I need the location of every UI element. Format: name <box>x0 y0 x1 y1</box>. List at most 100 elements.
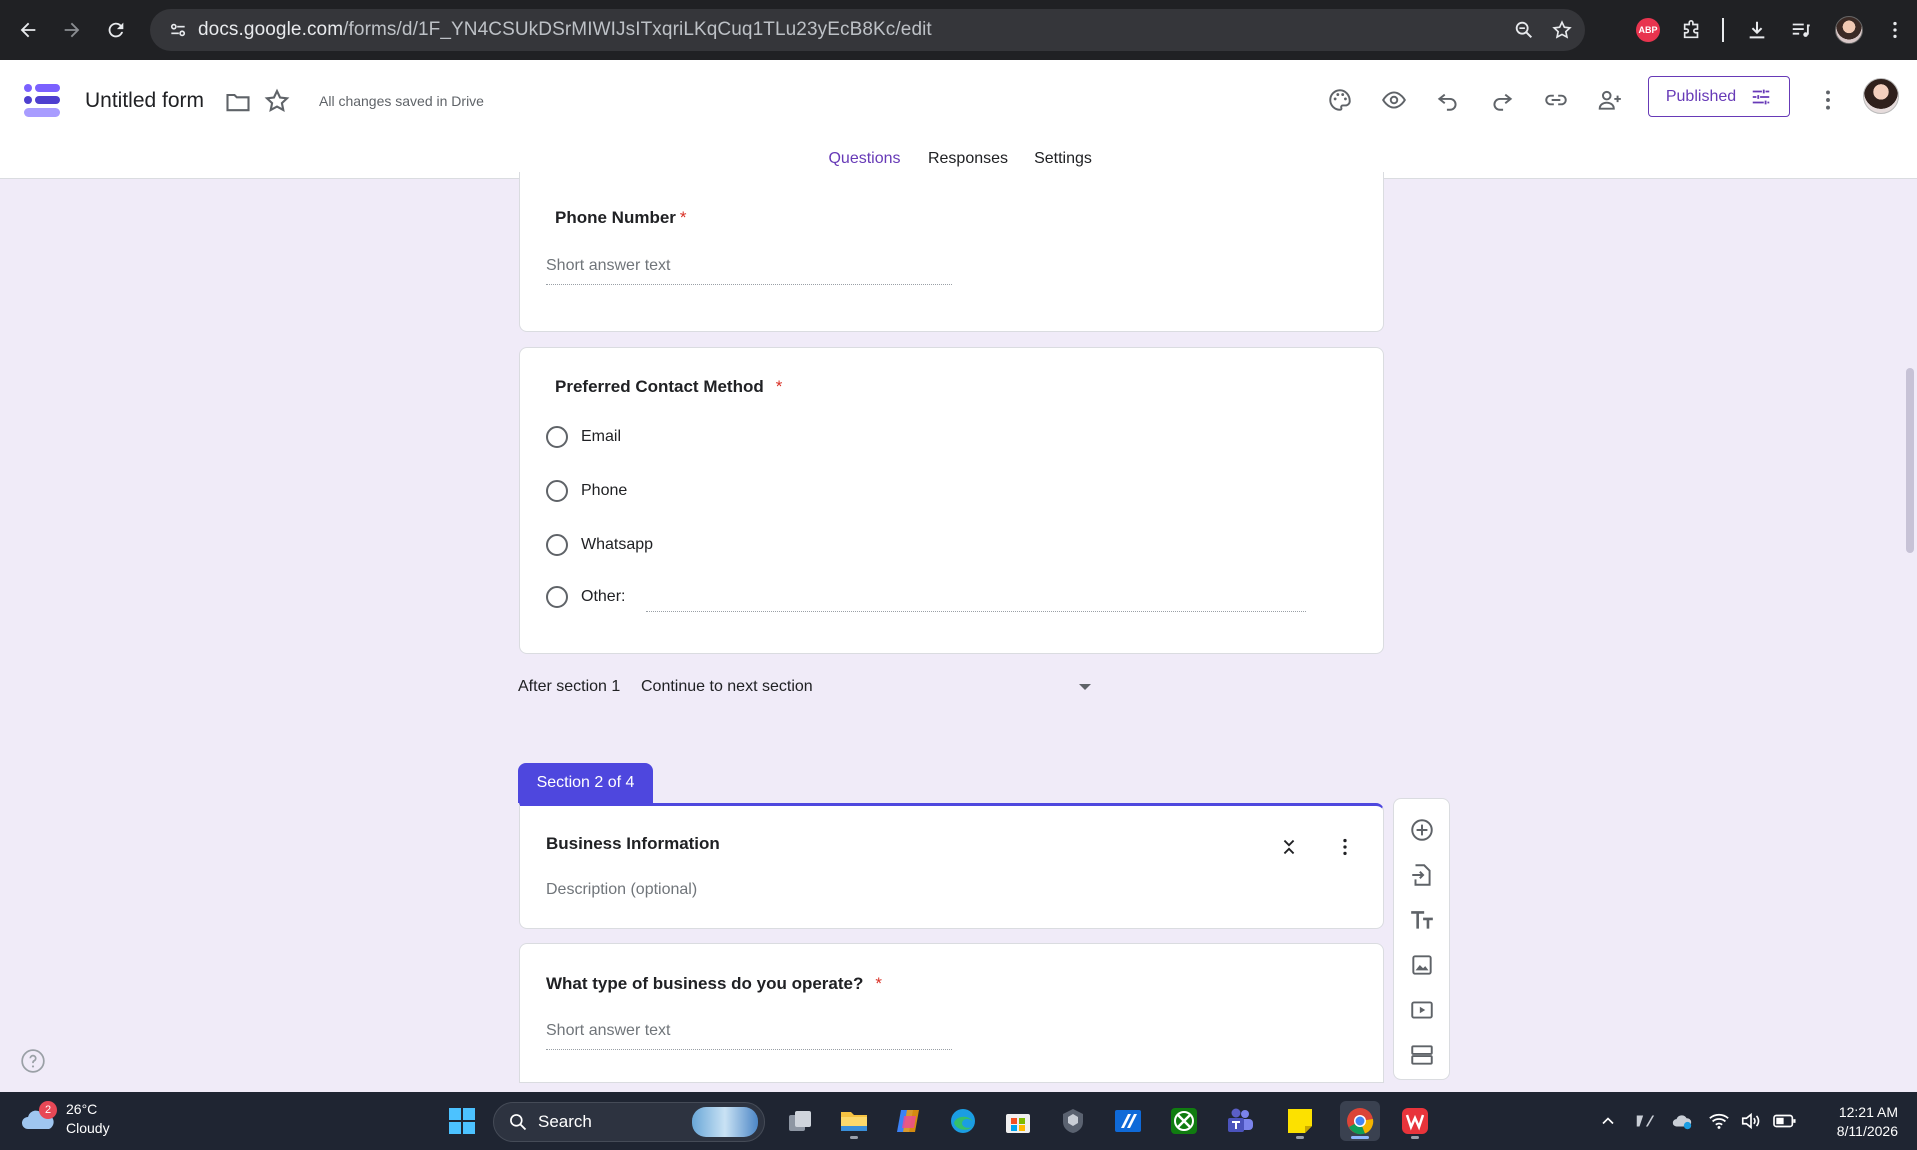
more-options-button[interactable] <box>1810 82 1846 118</box>
folder-icon[interactable] <box>224 88 252 116</box>
bookmark-star-icon[interactable] <box>1551 19 1573 41</box>
weather-alert-badge: 2 <box>39 1101 57 1119</box>
radio-option[interactable]: Phone <box>546 476 627 506</box>
radio-button[interactable] <box>546 480 568 502</box>
required-asterisk: * <box>679 208 687 227</box>
forward-arrow-icon <box>64 22 80 38</box>
edge-icon <box>951 1109 975 1133</box>
page-scrollbar[interactable] <box>1906 368 1914 553</box>
add-image-button[interactable] <box>1407 950 1437 980</box>
cloud-icon: 2 <box>20 1101 57 1133</box>
add-title-button[interactable] <box>1407 905 1437 935</box>
vpn-app-button[interactable] <box>1053 1101 1093 1141</box>
after-section-dropdown[interactable]: Continue to next section <box>641 672 1091 702</box>
required-asterisk: * <box>775 377 783 396</box>
zoom-icon[interactable] <box>1513 19 1535 41</box>
radio-option[interactable]: Email <box>546 422 621 452</box>
address-bar[interactable]: docs.google.com/forms/d/1F_YN4CSUkDSrMIW… <box>150 9 1585 51</box>
add-video-button[interactable] <box>1407 995 1437 1025</box>
reload-button[interactable] <box>94 8 138 52</box>
system-tray <box>1598 1092 1798 1150</box>
preview-button[interactable] <box>1376 82 1412 118</box>
star-icon[interactable] <box>263 87 291 115</box>
forms-logo-icon[interactable] <box>22 80 62 120</box>
radio-option-other[interactable]: Other: <box>546 582 625 612</box>
onedrive-icon[interactable] <box>1670 1110 1694 1132</box>
more-vert-icon <box>1826 90 1830 110</box>
save-status: All changes saved in Drive <box>319 93 484 109</box>
taskbar-search[interactable]: Search <box>493 1102 765 1142</box>
add-section-button[interactable] <box>1407 1040 1437 1070</box>
adblock-extension[interactable]: ABP <box>1632 10 1664 50</box>
section-description-field[interactable]: Description (optional) <box>546 881 697 899</box>
question-card-contact-method[interactable]: Preferred Contact Method * Email Phone Wh… <box>519 347 1384 654</box>
question-card-phone[interactable]: Phone Number * Short answer text <box>519 172 1384 332</box>
weather-temperature: 26°C <box>66 1101 98 1117</box>
section-header-card[interactable]: Business Information Description (option… <box>519 803 1384 929</box>
chevron-up-icon[interactable] <box>1598 1111 1618 1131</box>
radio-option-label: Phone <box>581 482 628 499</box>
pen-app-icon <box>1115 1110 1141 1132</box>
copy-link-button[interactable] <box>1538 82 1574 118</box>
redo-button[interactable] <box>1484 82 1520 118</box>
store-button[interactable] <box>998 1101 1038 1141</box>
radio-button[interactable] <box>546 586 568 608</box>
wps-office-button[interactable] <box>1395 1101 1435 1141</box>
import-questions-button[interactable] <box>1407 860 1437 890</box>
required-asterisk: * <box>875 974 882 993</box>
mail-app-button[interactable] <box>1108 1101 1148 1141</box>
published-label: Published <box>1665 87 1737 105</box>
form-title[interactable]: Untitled form <box>85 89 204 113</box>
question-title-text: Preferred Contact Method <box>555 377 764 396</box>
pen-tray-icon[interactable] <box>1634 1110 1656 1132</box>
profile-button[interactable] <box>1832 10 1866 50</box>
chrome-button[interactable] <box>1340 1101 1380 1141</box>
url-text[interactable]: docs.google.com/forms/d/1F_YN4CSUkDSrMIW… <box>198 19 932 41</box>
section-title[interactable]: Business Information <box>546 834 720 854</box>
question-title: Phone Number * <box>555 208 687 228</box>
forward-button[interactable] <box>50 8 94 52</box>
question-title-text: Phone Number <box>555 208 676 227</box>
question-card-business-type[interactable]: What type of business do you operate? * S… <box>519 943 1384 1083</box>
taskbar-clock[interactable]: 12:21 AM 8/11/2026 <box>1822 1103 1898 1141</box>
downloads-button[interactable] <box>1740 10 1774 50</box>
xbox-icon <box>1171 1108 1197 1134</box>
start-button[interactable] <box>442 1101 482 1141</box>
back-button[interactable] <box>6 8 50 52</box>
section-badge: Section 2 of 4 <box>518 763 653 803</box>
add-collaborators-button[interactable] <box>1592 82 1628 118</box>
chrome-menu-button[interactable] <box>1878 10 1912 50</box>
undo-button[interactable] <box>1430 82 1466 118</box>
xbox-button[interactable] <box>1164 1101 1204 1141</box>
edge-button[interactable] <box>943 1101 983 1141</box>
radio-option[interactable]: Whatsapp <box>546 530 653 560</box>
tune-icon <box>1752 89 1770 104</box>
account-avatar[interactable] <box>1863 78 1899 114</box>
add-question-button[interactable] <box>1407 815 1437 845</box>
wifi-icon[interactable] <box>1708 1110 1730 1132</box>
sticky-notes-button[interactable] <box>1280 1101 1320 1141</box>
battery-icon[interactable] <box>1772 1110 1798 1132</box>
section-more-icon[interactable] <box>1334 836 1356 858</box>
radio-button[interactable] <box>546 534 568 556</box>
help-icon[interactable] <box>20 1048 46 1074</box>
task-view-button[interactable] <box>780 1101 820 1141</box>
person-add-icon <box>1598 90 1621 110</box>
published-button[interactable]: Published <box>1648 76 1790 117</box>
radio-button[interactable] <box>546 426 568 448</box>
extensions-button[interactable] <box>1676 10 1708 50</box>
weather-widget[interactable]: 2 26°C Cloudy <box>20 1100 110 1138</box>
volume-icon[interactable] <box>1740 1110 1762 1132</box>
site-info-icon[interactable] <box>158 9 198 51</box>
clock-time: 12:21 AM <box>1838 1104 1898 1120</box>
collapse-section-icon[interactable] <box>1278 836 1300 858</box>
copilot-button[interactable] <box>888 1101 928 1141</box>
profile-avatar <box>1835 16 1863 44</box>
short-answer-field: Short answer text <box>546 251 952 285</box>
teams-button[interactable] <box>1220 1101 1260 1141</box>
download-icon <box>1749 21 1765 39</box>
add-title-icon <box>1411 911 1433 929</box>
file-explorer-button[interactable] <box>834 1101 874 1141</box>
customize-theme-button[interactable] <box>1322 82 1358 118</box>
media-control-button[interactable] <box>1784 10 1818 50</box>
